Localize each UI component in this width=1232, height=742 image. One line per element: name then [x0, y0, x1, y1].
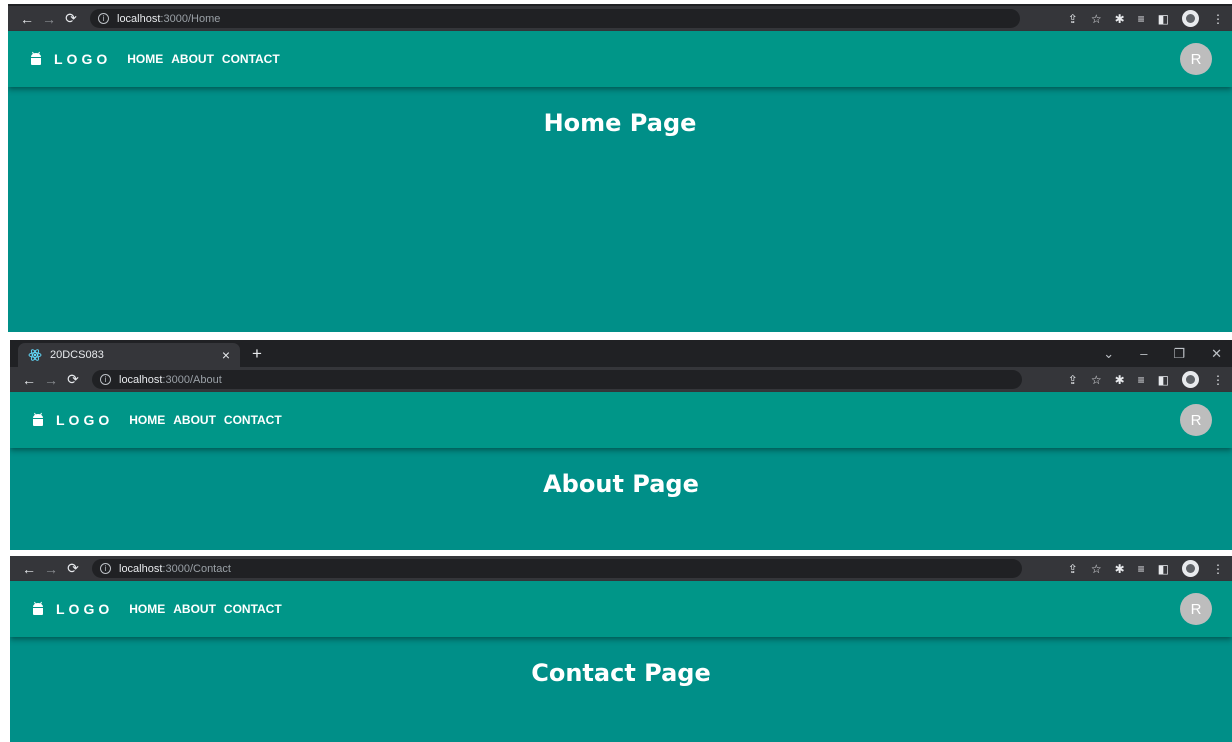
nav-links: HOME ABOUT CONTACT [127, 48, 279, 70]
restore-icon[interactable]: ❐ [1173, 346, 1185, 362]
nav-link-home[interactable]: HOME [129, 409, 165, 431]
back-arrow-icon[interactable]: ← [16, 11, 38, 27]
toolbar-actions: ⇪ ☆ ✱ ≡ ◧ ⋮ [1068, 560, 1224, 577]
share-icon[interactable]: ⇪ [1068, 12, 1078, 26]
address-bar[interactable]: i localhost:3000/Home [90, 9, 1020, 28]
reload-icon[interactable]: ⟳ [60, 10, 82, 27]
back-arrow-icon[interactable]: ← [18, 561, 40, 577]
page-title: About Page [543, 470, 699, 498]
profile-icon[interactable] [1182, 371, 1199, 388]
new-tab-icon[interactable]: + [252, 344, 262, 364]
url-path: :3000/About [162, 373, 222, 386]
app-bar: LOGO HOME ABOUT CONTACT R [8, 31, 1232, 87]
url-host: localhost [119, 373, 163, 386]
info-icon[interactable]: i [98, 13, 109, 24]
star-icon[interactable]: ☆ [1091, 12, 1102, 26]
extensions-icon[interactable]: ✱ [1115, 562, 1125, 576]
tab-title: 20DCS083 [50, 349, 104, 361]
nav-links: HOME ABOUT CONTACT [129, 409, 281, 431]
android-logo-icon [33, 412, 43, 426]
forward-arrow-icon[interactable]: → [40, 561, 62, 577]
extensions-icon[interactable]: ✱ [1115, 12, 1125, 26]
android-logo-icon [33, 601, 43, 615]
nav-link-contact[interactable]: CONTACT [222, 48, 280, 70]
minimize-icon[interactable]: – [1140, 346, 1147, 361]
page-content: Home Page [8, 87, 1232, 332]
close-window-icon[interactable]: ✕ [1211, 346, 1222, 362]
browser-window-about: 20DCS083 × + ⌄ – ❐ ✕ ← → ⟳ i localhost:3… [10, 340, 1232, 550]
app-bar: LOGO HOME ABOUT CONTACT R [10, 392, 1232, 448]
url-host: localhost [117, 12, 161, 25]
profile-icon[interactable] [1182, 560, 1199, 577]
extensions-icon[interactable]: ✱ [1115, 373, 1125, 387]
page-content: About Page [10, 448, 1232, 550]
info-icon[interactable]: i [100, 374, 111, 385]
side-panel-icon[interactable]: ◧ [1158, 562, 1169, 576]
tab-close-icon[interactable]: × [222, 347, 230, 363]
logo-text[interactable]: LOGO [56, 412, 113, 428]
android-logo-icon [31, 51, 41, 65]
toolbar-actions: ⇪ ☆ ✱ ≡ ◧ ⋮ [1068, 371, 1224, 388]
browser-toolbar: ← → ⟳ i localhost:3000/Home ⇪ ☆ ✱ ≡ ◧ ⋮ [8, 6, 1232, 31]
page-title: Contact Page [531, 659, 711, 687]
toolbar-actions: ⇪ ☆ ✱ ≡ ◧ ⋮ [1068, 10, 1224, 27]
page-content: Contact Page [10, 637, 1232, 742]
menu-dots-icon[interactable]: ⋮ [1212, 373, 1224, 387]
browser-toolbar: ← → ⟳ i localhost:3000/About ⇪ ☆ ✱ ≡ ◧ ⋮ [10, 367, 1232, 392]
star-icon[interactable]: ☆ [1091, 562, 1102, 576]
url-path: :3000/Home [160, 12, 221, 25]
app-bar: LOGO HOME ABOUT CONTACT R [10, 581, 1232, 637]
url-host: localhost [119, 562, 163, 575]
avatar[interactable]: R [1180, 593, 1212, 625]
nav-link-home[interactable]: HOME [127, 48, 163, 70]
page-title: Home Page [543, 109, 697, 137]
menu-dots-icon[interactable]: ⋮ [1212, 12, 1224, 26]
nav-link-contact[interactable]: CONTACT [224, 409, 282, 431]
browser-window-home: ← → ⟳ i localhost:3000/Home ⇪ ☆ ✱ ≡ ◧ ⋮ … [8, 4, 1232, 332]
browser-tab[interactable]: 20DCS083 × [18, 343, 240, 367]
star-icon[interactable]: ☆ [1091, 373, 1102, 387]
nav-link-about[interactable]: ABOUT [173, 598, 216, 620]
reading-list-icon[interactable]: ≡ [1138, 12, 1145, 26]
nav-link-about[interactable]: ABOUT [173, 409, 216, 431]
avatar[interactable]: R [1180, 404, 1212, 436]
tab-search-icon[interactable]: ⌄ [1103, 346, 1114, 362]
avatar[interactable]: R [1180, 43, 1212, 75]
reading-list-icon[interactable]: ≡ [1138, 562, 1145, 576]
address-bar[interactable]: i localhost:3000/About [92, 370, 1022, 389]
reading-list-icon[interactable]: ≡ [1138, 373, 1145, 387]
menu-dots-icon[interactable]: ⋮ [1212, 562, 1224, 576]
nav-link-home[interactable]: HOME [129, 598, 165, 620]
forward-arrow-icon[interactable]: → [38, 11, 60, 27]
url-path: :3000/Contact [162, 562, 231, 575]
logo-text[interactable]: LOGO [54, 51, 111, 67]
forward-arrow-icon[interactable]: → [40, 372, 62, 388]
back-arrow-icon[interactable]: ← [18, 372, 40, 388]
nav-links: HOME ABOUT CONTACT [129, 598, 281, 620]
side-panel-icon[interactable]: ◧ [1158, 12, 1169, 26]
browser-toolbar: ← → ⟳ i localhost:3000/Contact ⇪ ☆ ✱ ≡ ◧… [10, 556, 1232, 581]
browser-window-contact: ← → ⟳ i localhost:3000/Contact ⇪ ☆ ✱ ≡ ◧… [10, 556, 1232, 742]
nav-link-contact[interactable]: CONTACT [224, 598, 282, 620]
react-favicon-icon [28, 348, 42, 362]
share-icon[interactable]: ⇪ [1068, 562, 1078, 576]
info-icon[interactable]: i [100, 563, 111, 574]
reload-icon[interactable]: ⟳ [62, 371, 84, 388]
address-bar[interactable]: i localhost:3000/Contact [92, 559, 1022, 578]
reload-icon[interactable]: ⟳ [62, 560, 84, 577]
side-panel-icon[interactable]: ◧ [1158, 373, 1169, 387]
window-controls: ⌄ – ❐ ✕ [1103, 340, 1222, 367]
logo-text[interactable]: LOGO [56, 601, 113, 617]
nav-link-about[interactable]: ABOUT [171, 48, 214, 70]
tab-strip: 20DCS083 × + ⌄ – ❐ ✕ [10, 340, 1232, 367]
profile-icon[interactable] [1182, 10, 1199, 27]
share-icon[interactable]: ⇪ [1068, 373, 1078, 387]
